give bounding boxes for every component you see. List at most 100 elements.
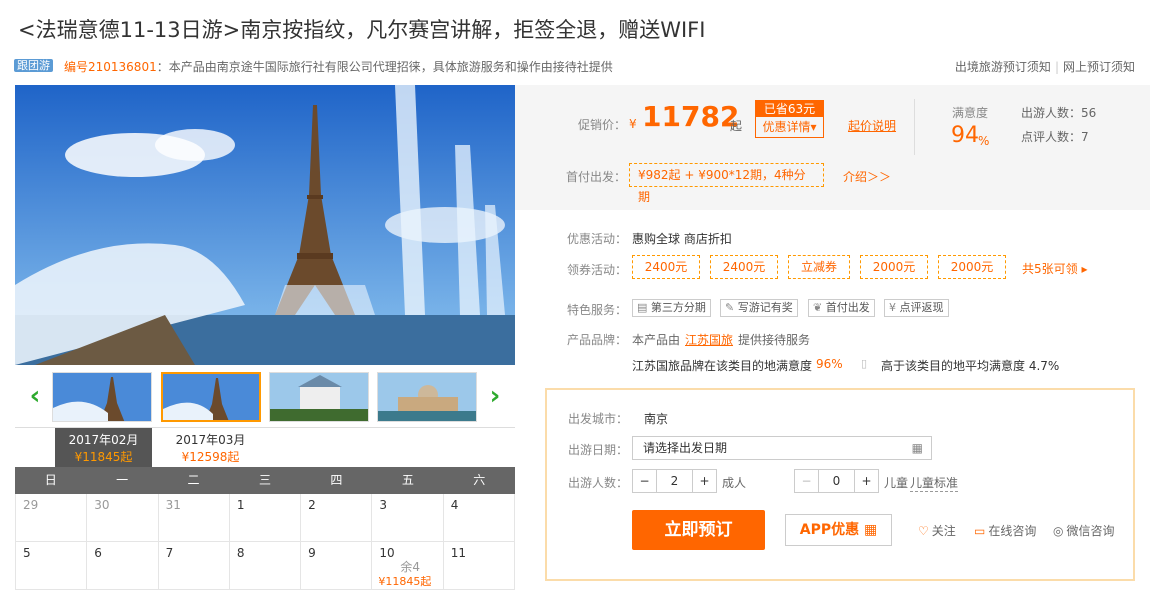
qr-code-icon: ▦ bbox=[859, 522, 878, 538]
saved-badge[interactable]: 已省63元 优惠详情▾ bbox=[755, 100, 824, 138]
tour-type-badge: 跟团游 bbox=[14, 59, 53, 72]
child-plus-button[interactable]: + bbox=[854, 470, 878, 492]
calendar-day: 5 bbox=[16, 542, 88, 590]
child-label: 儿童 bbox=[884, 476, 909, 490]
installment-intro-link[interactable]: 介绍＞＞ bbox=[843, 168, 891, 185]
satisfaction-label: 满意度 bbox=[952, 106, 989, 120]
service-first-pay[interactable]: ❦ 首付出发 bbox=[808, 299, 875, 317]
service-travelogue[interactable]: ✎ 写游记有奖 bbox=[720, 299, 798, 317]
coupon-more-link[interactable]: 共5张可领 ▸ bbox=[1022, 260, 1087, 277]
coupon-item[interactable]: 2000元 bbox=[860, 255, 928, 279]
wechat-consult-button[interactable]: ◎ 微信咨询 bbox=[1053, 522, 1115, 539]
coupon-item[interactable]: 2400元 bbox=[710, 255, 778, 279]
product-code: 编号210136801 bbox=[64, 60, 157, 74]
adult-stepper: − 2 + bbox=[632, 469, 717, 493]
calendar-day: 29 bbox=[16, 494, 88, 542]
product-info: 编号210136801：本产品由南京途牛国际旅行社有限公司代理招徕，具体旅游服务… bbox=[64, 58, 613, 75]
service-installment[interactable]: ▤ 第三方分期 bbox=[632, 299, 711, 317]
price-explain-link[interactable]: 起价说明 bbox=[848, 117, 896, 134]
child-standard-link[interactable]: 儿童标准 bbox=[910, 474, 959, 492]
brand-satisfaction: 江苏国旅品牌在该类目的地满意度 bbox=[632, 359, 813, 373]
calendar-day: 4 bbox=[443, 494, 515, 542]
booking-form: 出发城市： 南京 出游日期： 请选择出发日期 ▦ 出游人数： − 2 + 成人 … bbox=[545, 388, 1135, 581]
chat-icon: ▭ bbox=[974, 524, 986, 538]
thumbnail-1[interactable] bbox=[52, 372, 152, 422]
calendar-day-available[interactable]: 10 余4 ¥11845起 bbox=[372, 542, 444, 590]
calendar-day: 11 bbox=[443, 542, 515, 590]
app-discount-button[interactable]: APP优惠 ▦ bbox=[785, 514, 892, 546]
people-label: 出游人数： bbox=[568, 476, 629, 490]
service-cashback[interactable]: ¥ 点评返现 bbox=[884, 299, 949, 317]
coupon-item[interactable]: 立减券 bbox=[788, 255, 850, 279]
book-now-button[interactable]: 立即预订 bbox=[632, 510, 765, 550]
main-photo bbox=[15, 85, 515, 365]
heart-icon: ♡ bbox=[918, 524, 929, 538]
date-picker-input[interactable]: 请选择出发日期 ▦ bbox=[632, 436, 932, 460]
tab-month-feb[interactable]: 2017年02月 ¥11845起 bbox=[55, 428, 152, 468]
promo-text: 惠购全球 商店折扣 bbox=[632, 232, 732, 246]
online-notice-link[interactable]: 网上预订须知 bbox=[1063, 60, 1135, 74]
calendar-icon: ▤ bbox=[637, 301, 651, 314]
next-arrow-icon[interactable]: › bbox=[485, 383, 505, 409]
calendar-day: 31 bbox=[158, 494, 230, 542]
satisfaction-unit: % bbox=[978, 134, 990, 148]
day-number: 10 bbox=[379, 546, 395, 560]
brand-label: 产品品牌： bbox=[567, 333, 628, 347]
online-consult-button[interactable]: ▭ 在线咨询 bbox=[974, 522, 1036, 539]
yen-icon: ¥ bbox=[889, 301, 900, 314]
thumbnail-strip: ‹ › bbox=[15, 365, 515, 427]
page-title: <法瑞意德11-13日游>南京按指纹，凡尔赛宫讲解，拒签全退，赠送WIFI bbox=[18, 18, 706, 42]
weekday-header: 日 一 二 三 四 五 六 bbox=[15, 467, 515, 494]
satisfaction-value: 94 bbox=[951, 123, 979, 148]
overseas-notice-link[interactable]: 出境旅游预订须知 bbox=[955, 60, 1051, 74]
calendar-row: 29 30 31 1 2 3 4 bbox=[15, 494, 515, 542]
brand-post: 提供接待服务 bbox=[738, 333, 811, 347]
thumbnail-2-selected[interactable] bbox=[161, 372, 261, 422]
coupon-label: 领券活动： bbox=[567, 263, 628, 277]
price-label: 促销价： bbox=[578, 118, 627, 132]
discount-detail-toggle[interactable]: 优惠详情▾ bbox=[756, 117, 823, 137]
adult-count[interactable]: 2 bbox=[657, 470, 692, 492]
tab-month-mar[interactable]: 2017年03月 ¥12598起 bbox=[162, 428, 259, 468]
currency-symbol: ¥ bbox=[629, 117, 637, 131]
price-panel: 促销价： ¥ 11782 起 已省63元 优惠详情▾ 起价说明 满意度 94 %… bbox=[515, 85, 1150, 210]
services-label: 特色服务： bbox=[567, 303, 628, 317]
installment-plan[interactable]: ¥982起 + ¥900*12期，4种分期 bbox=[629, 163, 824, 204]
departure-city[interactable]: 南京 bbox=[644, 410, 668, 427]
calendar-icon: ▦ bbox=[911, 441, 923, 455]
date-label: 出游日期： bbox=[568, 443, 629, 457]
prev-arrow-icon[interactable]: ‹ bbox=[25, 383, 45, 409]
wechat-icon: ◎ bbox=[1053, 524, 1064, 538]
thumbnail-3[interactable] bbox=[269, 372, 369, 422]
child-count[interactable]: 0 bbox=[819, 470, 854, 492]
calendar-day: 1 bbox=[229, 494, 302, 542]
promo-label: 优惠活动： bbox=[567, 232, 628, 246]
city-label: 出发城市： bbox=[568, 412, 629, 426]
adult-plus-button[interactable]: + bbox=[692, 470, 716, 492]
review-count: 点评人数：7 bbox=[1021, 130, 1089, 144]
pencil-icon: ✎ bbox=[725, 301, 738, 314]
coupon-item[interactable]: 2000元 bbox=[938, 255, 1006, 279]
calendar-day: 30 bbox=[87, 494, 159, 542]
departure-calendar: 日 一 二 三 四 五 六 29 30 31 1 2 3 4 5 6 7 8 9… bbox=[15, 467, 515, 590]
child-minus-button[interactable]: − bbox=[795, 470, 819, 492]
brand-name-link[interactable]: 江苏国旅 bbox=[685, 331, 733, 348]
follow-button[interactable]: ♡ 关注 bbox=[918, 522, 956, 539]
brand-avg-satisfaction: 高于该类目的地平均满意度 4.7% bbox=[881, 359, 1060, 373]
calendar-row: 5 6 7 8 9 10 余4 ¥11845起 11 bbox=[15, 542, 515, 590]
month-tabs: 2017年02月 ¥11845起 2017年03月 ¥12598起 bbox=[15, 427, 515, 468]
promo-price: 11782 bbox=[642, 100, 740, 133]
info-icon: ▯ bbox=[861, 357, 868, 370]
calendar-day: 3 bbox=[372, 494, 444, 542]
day-price: ¥11845起 bbox=[378, 575, 432, 588]
thumbnail-4[interactable] bbox=[377, 372, 477, 422]
calendar-day: 7 bbox=[158, 542, 230, 590]
traveler-count: 出游人数：56 bbox=[1021, 106, 1097, 120]
coupon-item[interactable]: 2400元 bbox=[632, 255, 700, 279]
calendar-day: 9 bbox=[301, 542, 373, 590]
adult-minus-button[interactable]: − bbox=[633, 470, 657, 492]
brand-satisfaction-value: 96% bbox=[816, 357, 843, 371]
calendar-day: 2 bbox=[301, 494, 373, 542]
leaf-icon: ❦ bbox=[813, 301, 826, 314]
first-pay-label: 首付出发： bbox=[566, 170, 627, 184]
